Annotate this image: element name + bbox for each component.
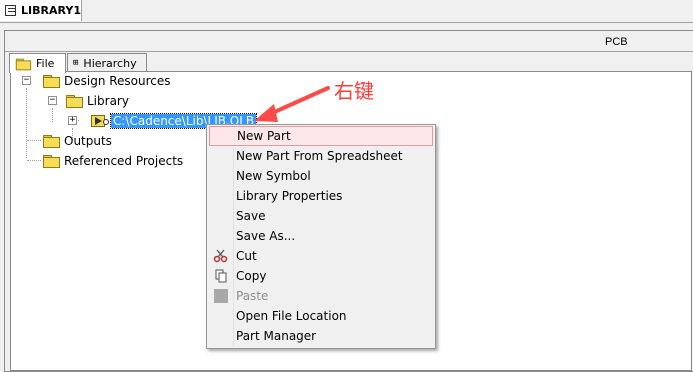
scissors-icon — [213, 249, 228, 263]
menu-item-label: Save — [236, 209, 266, 223]
tree-item-outputs[interactable]: Outputs — [43, 132, 112, 150]
annotation-right-click-text: 右键 — [334, 79, 374, 103]
tree-item-label: Outputs — [64, 134, 112, 148]
menu-item-label: Copy — [236, 269, 267, 283]
tab-hierarchy[interactable]: ⊞ Hierarchy — [67, 53, 147, 72]
tab-file[interactable]: File — [9, 53, 66, 73]
annotation-arrow-icon — [254, 86, 330, 122]
library-icon — [5, 5, 17, 16]
expand-lib-olb[interactable]: + — [68, 116, 77, 125]
tree-item-design-resources[interactable]: Design Resources — [43, 72, 171, 90]
panel-divider — [5, 51, 693, 52]
menu-item-label: New Symbol — [236, 169, 311, 183]
menu-item-label: Save As... — [236, 229, 296, 243]
tab-file-label: File — [36, 57, 55, 70]
paste-icon — [214, 289, 228, 303]
folder-icon — [43, 75, 60, 88]
expand-library[interactable]: − — [48, 96, 57, 105]
menu-item-label: Paste — [236, 289, 269, 303]
menu-item-new-part[interactable]: New Part — [209, 126, 433, 146]
expand-design-resources[interactable]: − — [22, 76, 31, 85]
menu-item-cut[interactable]: Cut — [209, 246, 433, 266]
menu-item-label: New Part — [237, 129, 291, 143]
folder-icon — [43, 135, 60, 148]
menu-item-label: Open File Location — [236, 309, 347, 323]
tree-item-label: Referenced Projects — [64, 154, 184, 168]
menu-item-label: New Part From Spreadsheet — [236, 149, 403, 163]
menu-item-save-as[interactable]: Save As... — [209, 226, 433, 246]
tree-item-library[interactable]: Library — [66, 92, 129, 110]
window-tab-bar: LIBRARY1 — [0, 0, 693, 23]
menu-item-new-symbol[interactable]: New Symbol — [209, 166, 433, 186]
tab-hierarchy-label: Hierarchy — [83, 56, 137, 70]
menu-item-label: Library Properties — [236, 189, 343, 203]
tree-item-label: Design Resources — [64, 74, 171, 88]
folder-icon — [43, 155, 60, 168]
context-menu: New Part New Part From Spreadsheet New S… — [206, 124, 436, 349]
pcb-label: PCB — [605, 36, 628, 48]
library-file-icon — [91, 114, 109, 128]
menu-item-part-manager[interactable]: Part Manager — [209, 326, 433, 346]
menu-item-paste[interactable]: Paste — [209, 286, 433, 306]
menu-item-library-properties[interactable]: Library Properties — [209, 186, 433, 206]
tree-item-label: Library — [87, 94, 129, 108]
menu-item-save[interactable]: Save — [209, 206, 433, 226]
menu-item-copy[interactable]: Copy — [209, 266, 433, 286]
menu-item-label: Part Manager — [236, 329, 317, 343]
folder-icon — [15, 58, 32, 70]
menu-item-new-part-from-spreadsheet[interactable]: New Part From Spreadsheet — [209, 146, 433, 166]
library-window-tab-label: LIBRARY1 — [21, 4, 81, 17]
copy-icon — [215, 269, 227, 283]
tree-item-referenced-projects[interactable]: Referenced Projects — [43, 152, 183, 170]
library-window-tab[interactable]: LIBRARY1 — [0, 0, 82, 21]
menu-item-label: Cut — [236, 249, 257, 263]
hierarchy-icon: ⊞ — [73, 58, 79, 68]
menu-item-open-file-location[interactable]: Open File Location — [209, 306, 433, 326]
folder-icon — [66, 95, 83, 108]
